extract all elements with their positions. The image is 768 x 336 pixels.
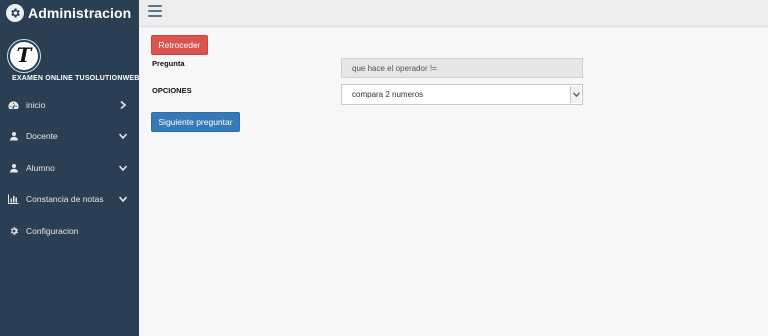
gear-icon xyxy=(8,225,19,236)
site-logo: T xyxy=(8,40,40,72)
chevron-down-icon xyxy=(119,195,127,203)
sidebar-item-label: Alumno xyxy=(26,162,55,173)
back-button[interactable]: Retroceder xyxy=(151,35,208,55)
gear-icon xyxy=(6,4,24,22)
sidebar-item-docente[interactable]: Docente xyxy=(0,121,139,153)
main-content: Retroceder Pregunta que hace el operador… xyxy=(139,28,768,336)
sidebar-item-label: Configuracion xyxy=(26,225,79,236)
app-title: Administracion xyxy=(28,5,132,21)
top-navbar xyxy=(139,0,768,27)
chevron-down-icon xyxy=(119,164,127,172)
sidebar-item-label: Docente xyxy=(26,131,58,142)
question-label: Pregunta xyxy=(152,59,185,68)
question-field: que hace el operador != xyxy=(341,58,583,78)
chevron-right-icon xyxy=(119,100,127,109)
profile: T EXAMEN ONLINE TUSOLUTIONWEB xyxy=(0,26,139,86)
chevron-down-icon xyxy=(570,86,581,103)
user-icon xyxy=(8,131,19,142)
sidebar-item-inicio[interactable]: inicio xyxy=(0,89,139,121)
logo-letter: T xyxy=(16,43,32,67)
options-selected-value: compara 2 numeros xyxy=(352,90,424,99)
dashboard-icon xyxy=(8,99,19,110)
brand[interactable]: Administracion xyxy=(0,0,139,26)
sidebar-menu: inicio Docente Alumno Constancia de nota… xyxy=(0,89,139,247)
sidebar-item-label: inicio xyxy=(26,99,46,110)
sidebar-item-constancia[interactable]: Constancia de notas xyxy=(0,184,139,216)
options-select[interactable]: compara 2 numeros xyxy=(341,84,583,105)
sidebar-item-alumno[interactable]: Alumno xyxy=(0,152,139,184)
sidebar-item-label: Constancia de notas xyxy=(26,194,104,205)
chevron-down-icon xyxy=(119,132,127,140)
hamburger-icon[interactable] xyxy=(148,5,162,19)
sidebar-item-configuracion[interactable]: Configuracion xyxy=(0,215,139,247)
site-name: EXAMEN ONLINE TUSOLUTIONWEB xyxy=(12,75,140,82)
user-icon xyxy=(8,162,19,173)
next-question-button[interactable]: Siguiente preguntar xyxy=(151,112,240,132)
bar-chart-icon xyxy=(8,194,19,205)
options-label: OPCIONES xyxy=(152,86,192,95)
sidebar: Administracion T EXAMEN ONLINE TUSOLUTIO… xyxy=(0,0,139,336)
